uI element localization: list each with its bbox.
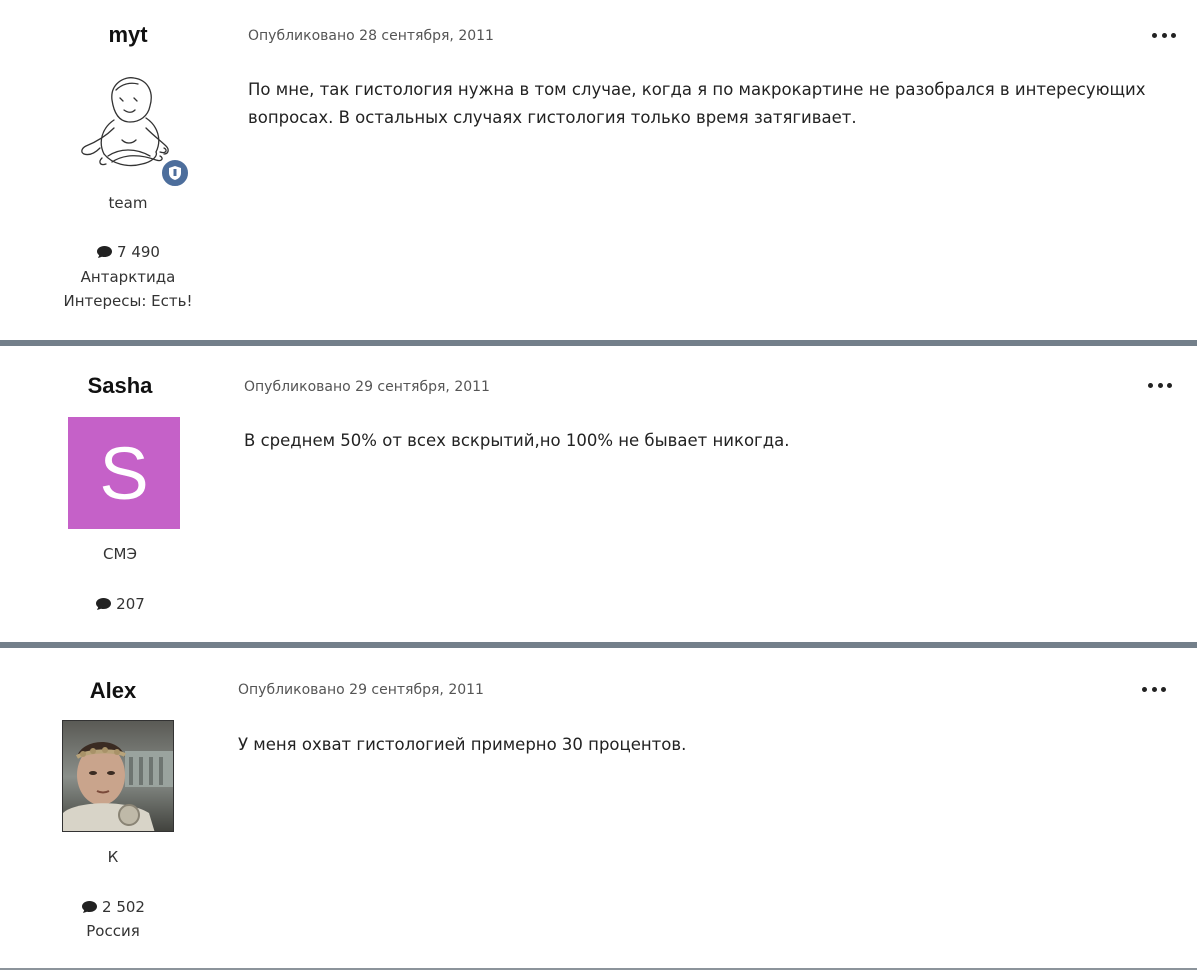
published-label: Опубликовано — [248, 28, 355, 44]
post-content: По мне, так гистология нужна в том случа… — [248, 80, 1146, 127]
moderator-badge[interactable] — [160, 158, 190, 188]
user-group: К — [107, 848, 119, 866]
author-name[interactable]: Alex — [0, 678, 226, 704]
post-meta: Опубликовано 28 сентября, 2011 — [248, 28, 494, 44]
post-count: 2 502 — [0, 898, 226, 918]
more-options-icon[interactable] — [1148, 378, 1172, 392]
avatar[interactable]: S — [68, 417, 180, 529]
author-panel: Alex К 2 502 Россия — [0, 648, 226, 968]
author-panel: Sasha S СМЭ 207 — [0, 346, 240, 642]
user-group: team — [108, 194, 148, 212]
post-date[interactable]: 29 сентября, 2011 — [355, 379, 490, 395]
post-count-value: 2 502 — [102, 898, 145, 916]
user-group: СМЭ — [103, 545, 137, 563]
post-3: Alex К 2 502 Россия Опубликовано 29 сент… — [0, 648, 1197, 968]
published-label: Опубликовано — [244, 379, 351, 395]
post-date[interactable]: 29 сентября, 2011 — [349, 682, 484, 698]
post-count-value: 7 490 — [117, 243, 160, 261]
post-1: myt team 7 490 Антарктида Интересы: Есть… — [0, 0, 1197, 340]
post-content: В среднем 50% от всех вскрытий,но 100% н… — [244, 431, 790, 450]
post-count: 7 490 — [0, 243, 256, 263]
more-options-icon[interactable] — [1152, 28, 1176, 42]
location: Антарктида — [80, 268, 176, 286]
avatar-photo — [63, 721, 173, 831]
comment-icon — [96, 245, 113, 263]
avatar[interactable] — [62, 720, 174, 832]
published-label: Опубликовано — [238, 682, 345, 698]
post-count-value: 207 — [116, 595, 145, 613]
post-separator — [0, 968, 1197, 970]
avatar-letter: S — [99, 431, 149, 515]
more-options-icon[interactable] — [1142, 682, 1166, 696]
comment-icon — [95, 597, 112, 615]
interests: Интересы: Есть! — [63, 292, 193, 310]
post-meta: Опубликовано 29 сентября, 2011 — [238, 682, 484, 698]
location: Россия — [86, 922, 140, 940]
post-2: Sasha S СМЭ 207 Опубликовано 29 сентября… — [0, 346, 1197, 642]
comment-icon — [81, 900, 98, 918]
post-count: 207 — [0, 595, 240, 615]
post-meta: Опубликовано 29 сентября, 2011 — [244, 379, 490, 395]
author-name[interactable]: myt — [0, 22, 256, 48]
author-name[interactable]: Sasha — [0, 373, 240, 399]
author-panel: myt team 7 490 Антарктида Интересы: Есть… — [0, 0, 256, 340]
post-date[interactable]: 28 сентября, 2011 — [359, 28, 494, 44]
shield-icon — [169, 166, 181, 180]
post-content: У меня охват гистологией примерно 30 про… — [238, 735, 687, 754]
